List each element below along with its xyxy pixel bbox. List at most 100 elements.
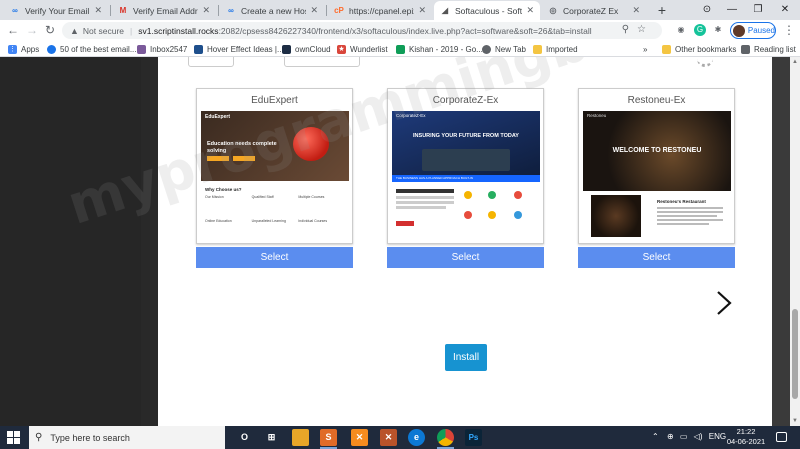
select-button-corporatez[interactable]: Select bbox=[387, 247, 544, 268]
xampp-icon[interactable]: ✕ bbox=[351, 429, 368, 446]
bookmark-hover-effects[interactable]: Hover Effect Ideas |... bbox=[194, 43, 284, 55]
bookmark-other[interactable]: Other bookmarks bbox=[662, 43, 736, 55]
cpanel-icon: cP bbox=[334, 6, 344, 15]
select-button-eduexpert[interactable]: Select bbox=[196, 247, 353, 268]
theme-preview-restoneu[interactable]: Restoneu WELCOME TO RESTONEU Restoneu's … bbox=[583, 111, 731, 241]
file-explorer-icon[interactable] bbox=[292, 429, 309, 446]
taskbar-search[interactable]: ⚲ Type here to search bbox=[29, 426, 225, 449]
bookmark-inbox[interactable]: Inbox2547 bbox=[137, 43, 187, 55]
address-bar[interactable]: ▲ Not secure | sv1.scriptinstall.rocks:2… bbox=[62, 22, 662, 39]
bookmark-email-article[interactable]: 50 of the best email... bbox=[47, 43, 137, 55]
bookmark-imported[interactable]: Imported bbox=[533, 43, 578, 55]
windows-start-icon[interactable] bbox=[7, 431, 20, 444]
clock[interactable]: 21:22 04-06-2021 bbox=[726, 427, 766, 447]
scrollbar-thumb[interactable] bbox=[792, 309, 798, 399]
bookmarks-overflow[interactable]: » bbox=[643, 43, 647, 55]
theme-card-eduexpert[interactable]: EduExpert EduExpert Education needs comp… bbox=[196, 88, 353, 244]
star-icon: ★ bbox=[337, 44, 346, 54]
preview-cta bbox=[233, 156, 255, 161]
form-field-partial[interactable] bbox=[284, 57, 360, 67]
minimize-button[interactable]: — bbox=[722, 1, 742, 19]
bookmark-owncloud[interactable]: ownCloud bbox=[282, 43, 331, 55]
tab-title: Verify Your Email Addre bbox=[25, 5, 90, 16]
new-tab-button[interactable]: + bbox=[654, 2, 670, 18]
scroll-up-icon[interactable]: ▲ bbox=[791, 58, 799, 66]
preview-brand: Restoneu bbox=[587, 113, 607, 118]
bookmark-apps[interactable]: ⋮ Apps bbox=[8, 43, 39, 55]
theme-card-corporatez[interactable]: CorporateZ-Ex CorporateZ-Ex INSURING YOU… bbox=[387, 88, 544, 244]
language-indicator[interactable]: ENG bbox=[709, 432, 726, 441]
photoshop-icon[interactable]: Ps bbox=[465, 429, 482, 446]
bookmark-label: Apps bbox=[21, 44, 40, 54]
close-icon[interactable]: ✕ bbox=[418, 5, 426, 16]
tab-softaculous[interactable]: ◢ Softaculous - Softacul ✕ bbox=[434, 1, 540, 20]
volume-icon[interactable]: ◁) bbox=[694, 432, 703, 441]
bookmark-label: Kishan - 2019 - Go... bbox=[409, 44, 483, 54]
url-text[interactable]: sv1.scriptinstall.rocks:2082/cpsess84262… bbox=[138, 26, 591, 36]
bookmark-kishan-sheet[interactable]: Kishan - 2019 - Go... bbox=[396, 43, 483, 55]
tab-title: Verify Email Address - bbox=[133, 5, 198, 16]
close-icon[interactable]: ✕ bbox=[202, 5, 210, 16]
install-button[interactable]: Install bbox=[445, 344, 487, 371]
browser-toolbar: ← → ↻ ▲ Not secure | sv1.scriptinstall.r… bbox=[0, 20, 800, 41]
bookmark-label: Other bookmarks bbox=[675, 44, 737, 54]
select-button-restoneu[interactable]: Select bbox=[578, 247, 735, 268]
next-arrow-icon[interactable] bbox=[715, 290, 733, 316]
reading-list[interactable]: Reading list bbox=[741, 43, 796, 55]
close-icon[interactable]: ✕ bbox=[94, 5, 102, 16]
warning-icon[interactable]: ▲ bbox=[70, 26, 79, 36]
preview-features: Our Mission Qualified Staff Multiple Cou… bbox=[205, 195, 345, 235]
widgets-icon[interactable]: ⊞ bbox=[263, 429, 280, 446]
profile-button[interactable]: Paused bbox=[730, 22, 776, 39]
reading-list-icon bbox=[741, 44, 750, 54]
tab-create-hosting[interactable]: ∞ Create a new Hosting ✕ bbox=[220, 1, 324, 20]
app-icon[interactable]: ✕ bbox=[380, 429, 397, 446]
extension-grammarly-icon[interactable]: ◉ bbox=[675, 24, 687, 36]
bookmark-star-icon[interactable]: ☆ bbox=[637, 24, 654, 35]
chrome-icon[interactable] bbox=[437, 429, 454, 446]
menu-kebab-icon[interactable]: ⋮ bbox=[782, 23, 796, 37]
tab-verify-email-2[interactable]: M Verify Email Address - ✕ bbox=[112, 1, 216, 20]
close-icon[interactable]: ✕ bbox=[632, 5, 640, 16]
tab-separator bbox=[326, 5, 327, 16]
task-view-icon[interactable]: O bbox=[236, 429, 253, 446]
bookmark-wunderlist[interactable]: ★ Wunderlist bbox=[337, 43, 388, 55]
tray-chevron-icon[interactable]: ⌃ bbox=[652, 432, 659, 441]
preview-headline: INSURING YOUR FUTURE FROM TODAY bbox=[413, 133, 519, 139]
battery-icon[interactable]: ▭ bbox=[680, 432, 688, 441]
tab-search-icon[interactable]: ⊙ bbox=[697, 1, 717, 19]
network-icon[interactable]: ⊕ bbox=[667, 432, 674, 441]
globe-icon bbox=[482, 44, 491, 54]
form-field-partial[interactable] bbox=[188, 57, 234, 67]
theme-preview-eduexpert[interactable]: EduExpert Education needs complete solvi… bbox=[201, 111, 349, 241]
preview-feature: Individual Courses bbox=[298, 219, 328, 223]
scroll-down-icon[interactable]: ▼ bbox=[791, 417, 799, 425]
windows-taskbar: ⚲ Type here to search O ⊞ S ✕ ✕ e Ps ⌃ ⊕… bbox=[0, 426, 800, 449]
close-window-button[interactable]: ✕ bbox=[775, 1, 795, 19]
back-button[interactable]: ← bbox=[6, 23, 20, 37]
tab-verify-email-1[interactable]: ∞ Verify Your Email Addre ✕ bbox=[4, 1, 108, 20]
preview-headline: Education needs complete solving bbox=[207, 141, 277, 154]
security-label[interactable]: Not secure bbox=[83, 26, 124, 36]
sheets-icon bbox=[396, 44, 405, 54]
edge-icon[interactable]: e bbox=[408, 429, 425, 446]
extensions-puzzle-icon[interactable]: ✱ bbox=[712, 24, 724, 36]
tab-corporatez[interactable]: ◎ CorporateZ Ex ✕ bbox=[542, 1, 646, 20]
close-icon[interactable]: ✕ bbox=[526, 5, 534, 16]
forward-button[interactable]: → bbox=[25, 23, 39, 37]
theme-title: Restoneu-Ex bbox=[627, 95, 686, 106]
close-icon[interactable]: ✕ bbox=[310, 5, 318, 16]
reload-button[interactable]: ↻ bbox=[43, 23, 57, 37]
zoom-icon[interactable]: ⚲ bbox=[622, 24, 637, 35]
preview-section-title: Why Choose us? bbox=[205, 187, 242, 192]
theme-card-restoneu[interactable]: Restoneu-Ex Restoneu WELCOME TO RESTONEU… bbox=[578, 88, 735, 244]
tab-cpanel[interactable]: cP https://cpanel.epizy.co ✕ bbox=[328, 1, 432, 20]
food-image bbox=[591, 195, 641, 237]
sublime-icon[interactable]: S bbox=[320, 429, 337, 446]
extension-g-icon[interactable]: G bbox=[694, 24, 706, 36]
notifications-icon[interactable] bbox=[776, 432, 787, 442]
theme-preview-corporatez[interactable]: CorporateZ-Ex INSURING YOUR FUTURE FROM … bbox=[392, 111, 540, 241]
preview-cta bbox=[207, 156, 229, 161]
bookmark-new-tab[interactable]: New Tab bbox=[482, 43, 526, 55]
maximize-button[interactable]: ❐ bbox=[748, 1, 768, 19]
